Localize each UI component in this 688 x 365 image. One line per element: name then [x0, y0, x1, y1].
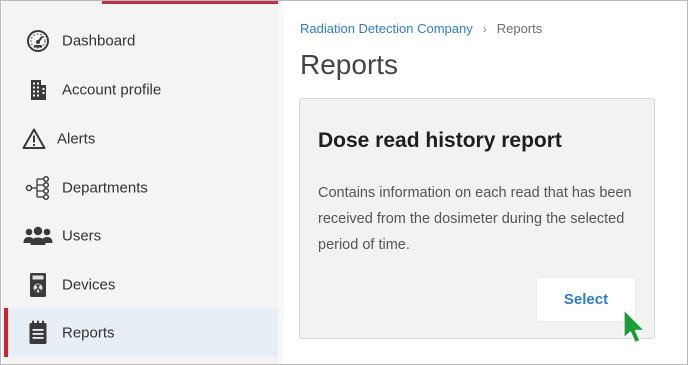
sidebar-item-label: Devices	[62, 276, 116, 293]
sidebar-item-label: Alerts	[57, 130, 96, 147]
breadcrumb-company-link[interactable]: Radiation Detection Company	[300, 21, 473, 36]
mouse-pointer-icon	[622, 309, 648, 345]
report-card: Dose read history report Contains inform…	[299, 98, 655, 339]
building-icon	[25, 77, 51, 103]
sidebar-top-accent	[102, 1, 278, 4]
sidebar-item-dashboard[interactable]: Dashboard	[2, 16, 278, 65]
sidebar-item-account-profile[interactable]: Account profile	[2, 65, 278, 114]
sidebar-item-reports[interactable]: Reports	[2, 308, 278, 357]
clipboard-list-icon	[25, 320, 51, 346]
sidebar-item-devices[interactable]: Devices	[2, 260, 278, 309]
sidebar-item-departments[interactable]: Departments	[2, 163, 278, 212]
app-window: Dashboard Account profile Alerts Departm…	[0, 0, 688, 365]
breadcrumb-separator: ›	[482, 21, 487, 36]
sidebar-item-label: Departments	[62, 179, 148, 196]
dashboard-gauge-icon	[25, 28, 51, 54]
hierarchy-icon	[25, 175, 51, 201]
breadcrumb: Radiation Detection Company › Reports	[300, 21, 542, 36]
sidebar-item-label: Account profile	[62, 81, 162, 98]
dosimeter-device-icon	[25, 272, 51, 298]
sidebar: Dashboard Account profile Alerts Departm…	[2, 1, 278, 364]
report-card-description: Contains information on each read that h…	[318, 185, 632, 253]
page-title: Reports	[300, 49, 399, 80]
sidebar-item-alerts[interactable]: Alerts	[2, 114, 278, 163]
users-group-icon	[23, 223, 53, 249]
sidebar-item-label: Users	[62, 227, 102, 244]
warning-triangle-icon	[21, 126, 47, 152]
sidebar-divider	[278, 1, 283, 364]
sidebar-item-label: Reports	[62, 324, 115, 341]
select-button[interactable]: Select	[536, 277, 636, 322]
sidebar-item-users[interactable]: Users	[2, 211, 278, 260]
sidebar-item-label: Dashboard	[62, 32, 136, 49]
report-card-title: Dose read history report	[318, 129, 562, 152]
breadcrumb-current: Reports	[496, 21, 543, 36]
